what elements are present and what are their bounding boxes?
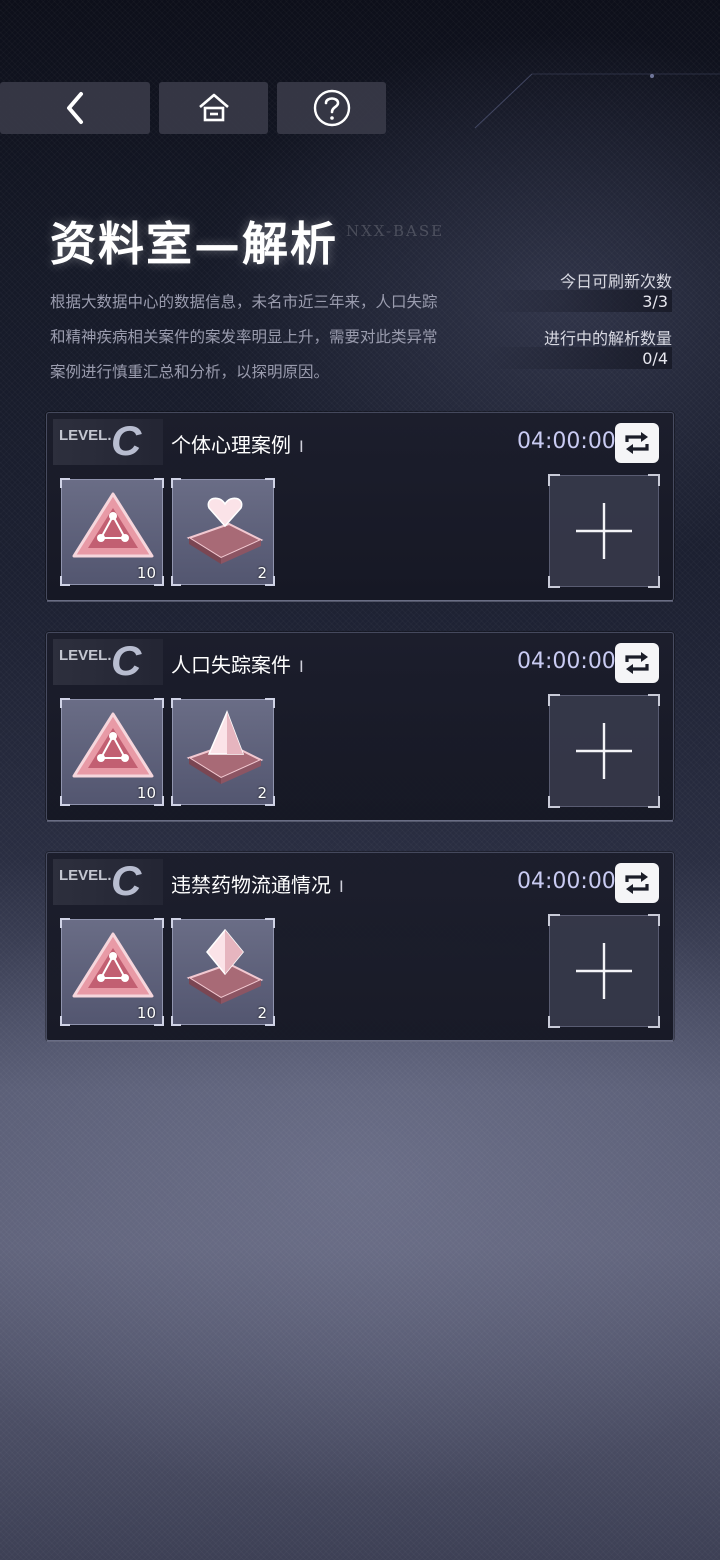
frame-corner [60, 796, 70, 806]
page-title-tag: NXX-BASE [346, 222, 445, 240]
heart-crystal-pad-icon [186, 497, 264, 564]
frame-corner [60, 478, 70, 488]
frame-corner [154, 796, 164, 806]
diamond-crystal-pad-icon [186, 928, 264, 1004]
refresh-count-value: 3/3 [642, 292, 668, 311]
refresh-button[interactable] [615, 643, 659, 683]
frame-corner [648, 474, 660, 486]
level-letter: C [111, 637, 142, 684]
pink-triangle-badge-icon [72, 712, 154, 778]
frame-corner [171, 576, 181, 586]
plus-icon [576, 943, 632, 999]
reward-item[interactable]: 10 [60, 918, 164, 1026]
frame-corner [265, 918, 275, 928]
level-badge: LEVEL. C [53, 417, 163, 465]
frame-corner [171, 698, 181, 708]
level-badge: LEVEL. C [53, 637, 163, 685]
level-word: LEVEL. [59, 647, 112, 664]
case-name: 违禁药物流通情况 I [171, 869, 344, 898]
reward-item[interactable]: 2 [171, 698, 275, 806]
frame-corner [548, 914, 560, 926]
reward-item[interactable]: 10 [60, 698, 164, 806]
level-badge: LEVEL. C [53, 857, 163, 905]
frame-corner [548, 694, 560, 706]
frame-corner [171, 918, 181, 928]
frame-corner [154, 698, 164, 708]
refresh-count-label: 今日可刷新次数 [559, 272, 672, 291]
frame-corner [548, 796, 560, 808]
reward-item[interactable]: 10 [60, 478, 164, 586]
case-card: LEVEL. C 人口失踪案件 I 04:00:00 10 2 [46, 632, 674, 822]
frame-corner [548, 576, 560, 588]
frame-corner [171, 478, 181, 488]
chevron-left-icon [67, 92, 83, 124]
plus-icon [576, 723, 632, 779]
frame-corner [548, 474, 560, 486]
back-button[interactable] [0, 82, 150, 134]
case-name-cursor: I [299, 437, 304, 456]
frame-corner [154, 576, 164, 586]
frame-corner [265, 1016, 275, 1026]
frame-corner [171, 796, 181, 806]
case-name: 人口失踪案件 I [171, 649, 304, 678]
pink-triangle-badge-icon [72, 932, 154, 998]
analysis-count-label: 进行中的解析数量 [543, 329, 672, 348]
refresh-button[interactable] [615, 423, 659, 463]
level-letter: C [111, 857, 142, 904]
frame-corner [648, 796, 660, 808]
level-word: LEVEL. [59, 867, 112, 884]
frame-corner [648, 694, 660, 706]
frame-corner [60, 576, 70, 586]
refresh-button[interactable] [615, 863, 659, 903]
level-word: LEVEL. [59, 427, 112, 444]
case-name-text: 人口失踪案件 [171, 653, 291, 677]
level-letter: C [111, 417, 142, 464]
case-name-text: 违禁药物流通情况 [171, 873, 331, 897]
case-name: 个体心理案例 I [171, 429, 304, 458]
add-slot-button[interactable] [548, 474, 660, 588]
pyramid-crystal-pad-icon [186, 710, 264, 784]
frame-corner [548, 1016, 560, 1028]
home-button[interactable] [159, 82, 268, 134]
home-icon [198, 93, 229, 122]
reward-item[interactable]: 2 [171, 478, 275, 586]
question-circle-icon [313, 89, 350, 127]
frame-corner [265, 698, 275, 708]
frame-corner [60, 918, 70, 928]
reward-item[interactable]: 2 [171, 918, 275, 1026]
frame-corner [60, 698, 70, 708]
case-timer: 04:00:00 [517, 649, 616, 674]
frame-corner [265, 576, 275, 586]
frame-corner [154, 1016, 164, 1026]
refresh-icon [625, 652, 649, 674]
plus-icon [576, 503, 632, 559]
decorative-lines [474, 73, 720, 129]
refresh-icon [625, 432, 649, 454]
case-timer: 04:00:00 [517, 869, 616, 894]
add-slot-button[interactable] [548, 694, 660, 808]
case-name-cursor: I [299, 657, 304, 676]
frame-corner [648, 1016, 660, 1028]
frame-corner [60, 1016, 70, 1026]
help-button[interactable] [277, 82, 386, 134]
frame-corner [154, 478, 164, 488]
case-name-cursor: I [339, 877, 344, 896]
frame-corner [648, 576, 660, 588]
frame-corner [265, 478, 275, 488]
pink-triangle-badge-icon [72, 492, 154, 558]
page-title: 资料室—解析 [50, 217, 338, 271]
frame-corner [648, 914, 660, 926]
frame-corner [171, 1016, 181, 1026]
case-card: LEVEL. C 个体心理案例 I 04:00:00 10 2 [46, 412, 674, 602]
frame-corner [154, 918, 164, 928]
case-name-text: 个体心理案例 [171, 433, 291, 457]
add-slot-button[interactable] [548, 914, 660, 1028]
case-card: LEVEL. C 违禁药物流通情况 I 04:00:00 10 2 [46, 852, 674, 1042]
case-timer: 04:00:00 [517, 429, 616, 454]
page-description: 根据大数据中心的数据信息，未名市近三年来，人口失踪和精神疾病相关案件的案发率明显… [50, 293, 438, 381]
analysis-count-value: 0/4 [642, 349, 668, 368]
frame-corner [265, 796, 275, 806]
refresh-icon [625, 872, 649, 894]
